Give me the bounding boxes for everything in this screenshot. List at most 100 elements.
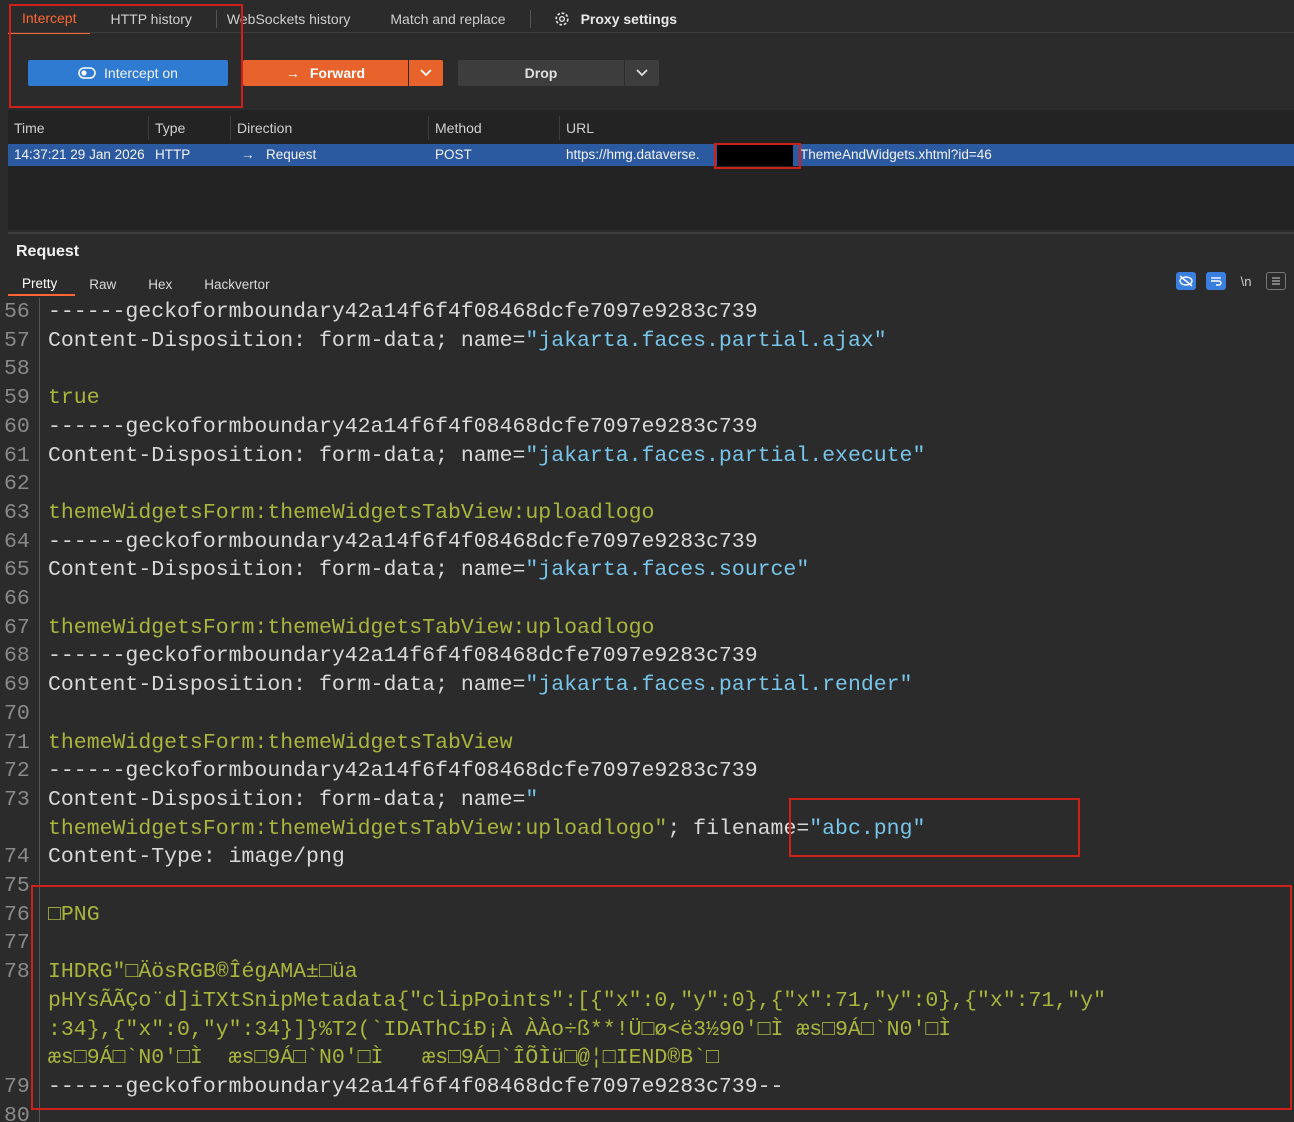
code-text: ------geckoformboundary42a14f6f4f08468dc…: [48, 300, 758, 324]
code-line: pHYsÃÃÇo¨d]iTXtSnipMetadata{"clipPoints"…: [0, 987, 1294, 1016]
line-number: 79: [4, 1074, 30, 1099]
code-text: pHYsÃÃÇo¨d]iTXtSnipMetadata{"clipPoints"…: [48, 988, 1106, 1013]
tab-hex[interactable]: Hex: [134, 272, 190, 296]
tab-http-history[interactable]: HTTP history: [96, 4, 205, 34]
gear-icon: [554, 12, 569, 26]
code-line: 65 Content-Disposition: form-data; name="…: [0, 556, 1294, 585]
line-number: 72: [4, 759, 30, 784]
code-line: 66: [0, 585, 1294, 614]
column-header-url[interactable]: URL: [559, 116, 594, 140]
redaction-block: [717, 144, 793, 166]
code-line: 73 Content-Disposition: form-data; name=": [0, 786, 1294, 815]
line-number: 58: [4, 357, 30, 382]
code-text: ------geckoformboundary42a14f6f4f08468dc…: [48, 1074, 784, 1099]
request-editor[interactable]: 56 ------geckoformboundary42a14f6f4f08468…: [0, 298, 1294, 1122]
line-number: 77: [4, 931, 30, 956]
code-text: themeWidgetsForm:themeWidgetsTabView:upl…: [48, 500, 655, 525]
code-line: :34},{"x":0,"y":34}]}%T2(`IDAThCíÐ¡À ÀÀo…: [0, 1016, 1294, 1045]
code-line: 78 IHDRG"□ÄösRGB®ÎégAMA±□üa: [0, 958, 1294, 987]
tab-hackvertor[interactable]: Hackvertor: [190, 272, 287, 296]
line-number: 80: [4, 1103, 30, 1122]
code-line: 72 ------geckoformboundary42a14f6f4f08468…: [0, 757, 1294, 786]
line-number: 65: [4, 558, 30, 583]
line-number: 78: [4, 960, 30, 985]
column-header-time[interactable]: Time: [8, 116, 45, 140]
request-title: Request: [16, 243, 80, 260]
line-number: 69: [4, 673, 30, 698]
code-text: ------geckoformboundary42a14f6f4f08468dc…: [48, 759, 758, 784]
row-url-prefix: https://hmg.dataverse.: [566, 147, 700, 162]
code-text: Content-Disposition: form-data; name="ja…: [48, 328, 887, 353]
code-text: Content-Disposition: form-data; name="ja…: [48, 673, 913, 698]
tab-pretty[interactable]: Pretty: [8, 272, 76, 296]
line-number: 66: [4, 587, 30, 611]
forward-dropdown-button[interactable]: [409, 60, 443, 86]
row-time: 14:37:21 29 Jan 2026: [14, 147, 145, 162]
code-line: 63 themeWidgetsForm:themeWidgetsTabView:u…: [0, 499, 1294, 528]
line-number: 76: [4, 902, 30, 927]
tab-websockets-history[interactable]: WebSockets history: [227, 4, 364, 34]
line-number: 56: [4, 300, 30, 324]
tab-raw[interactable]: Raw: [75, 272, 134, 296]
code-line: æs□9Á□`N0'□Ì æs□9Á□`N0'□Ì æs□9Á□`ÎÕÌü□@¦…: [0, 1044, 1294, 1073]
row-type: HTTP: [155, 147, 191, 162]
tab-intercept[interactable]: Intercept: [8, 4, 91, 34]
code-line: 62: [0, 470, 1294, 499]
code-text: Content-Type: image/png: [48, 845, 345, 870]
drop-button[interactable]: Drop: [458, 60, 624, 86]
code-text: true: [48, 386, 100, 411]
table-row[interactable]: 14:37:21 29 Jan 2026 HTTP → Request POST…: [8, 144, 1294, 166]
code-line: 69 Content-Disposition: form-data; name="…: [0, 671, 1294, 700]
code-line: 75: [0, 872, 1294, 901]
column-header-method[interactable]: Method: [428, 116, 482, 140]
tab-separator: [529, 10, 531, 28]
word-wrap-icon[interactable]: [1206, 272, 1226, 290]
newline-icon[interactable]: \n: [1236, 272, 1256, 290]
line-number: 57: [4, 328, 30, 353]
chevron-down-icon: [420, 69, 432, 77]
code-line: 71 themeWidgetsForm:themeWidgetsTabView: [0, 729, 1294, 758]
tab-match-replace[interactable]: Match and replace: [376, 4, 519, 34]
forward-button[interactable]: → Forward: [243, 60, 408, 86]
drop-label: Drop: [524, 65, 558, 81]
code-line: 56 ------geckoformboundary42a14f6f4f08468…: [0, 298, 1294, 327]
code-line: 74 Content-Type: image/png: [0, 843, 1294, 872]
menu-icon[interactable]: [1266, 272, 1286, 290]
code-text: IHDRG"□ÄösRGB®ÎégAMA±□üa: [48, 960, 358, 985]
proxy-settings-button[interactable]: Proxy settings: [541, 10, 677, 28]
code-line: 60 ------geckoformboundary42a14f6f4f08468…: [0, 413, 1294, 442]
line-number: 70: [4, 701, 30, 726]
line-number: 60: [4, 414, 30, 439]
row-direction: Request: [266, 147, 317, 162]
code-line: 79 ------geckoformboundary42a14f6f4f08468…: [0, 1073, 1294, 1102]
intercept-toggle-button[interactable]: Intercept on: [28, 60, 228, 86]
row-method: POST: [435, 147, 472, 162]
code-line: 70: [0, 700, 1294, 729]
code-text: Content-Disposition: form-data; name="ja…: [48, 443, 926, 468]
code-line: 57 Content-Disposition: form-data; name="…: [0, 327, 1294, 356]
code-line: 67 themeWidgetsForm:themeWidgetsTabView:u…: [0, 614, 1294, 643]
code-text: themeWidgetsForm:themeWidgetsTabView:upl…: [48, 816, 926, 841]
line-number: 64: [4, 529, 30, 554]
line-number: 61: [4, 443, 30, 468]
drop-dropdown-button[interactable]: [625, 60, 659, 86]
code-text: Content-Disposition: form-data; name=": [48, 787, 539, 812]
code-line: 58: [0, 355, 1294, 384]
code-line: 77: [0, 929, 1294, 958]
column-header-direction[interactable]: Direction: [230, 116, 292, 140]
column-header-type[interactable]: Type: [148, 116, 185, 140]
code-line: 76 □PNG: [0, 901, 1294, 930]
code-line: 59 true: [0, 384, 1294, 413]
code-text: themeWidgetsForm:themeWidgetsTabView:upl…: [48, 615, 655, 640]
hide-icon[interactable]: [1176, 272, 1196, 290]
line-number: 67: [4, 615, 30, 640]
code-text: æs□9Á□`N0'□Ì æs□9Á□`N0'□Ì æs□9Á□`ÎÕÌü□@¦…: [48, 1046, 719, 1071]
line-number: 62: [4, 472, 30, 497]
line-number: 74: [4, 845, 30, 870]
line-number: 73: [4, 787, 30, 812]
code-text: ------geckoformboundary42a14f6f4f08468dc…: [48, 644, 758, 669]
tabs-divider: [8, 32, 1294, 33]
row-url-suffix: ThemeAndWidgets.xhtml?id=46: [800, 147, 992, 162]
forward-label: Forward: [309, 65, 366, 81]
line-number: 63: [4, 500, 30, 525]
